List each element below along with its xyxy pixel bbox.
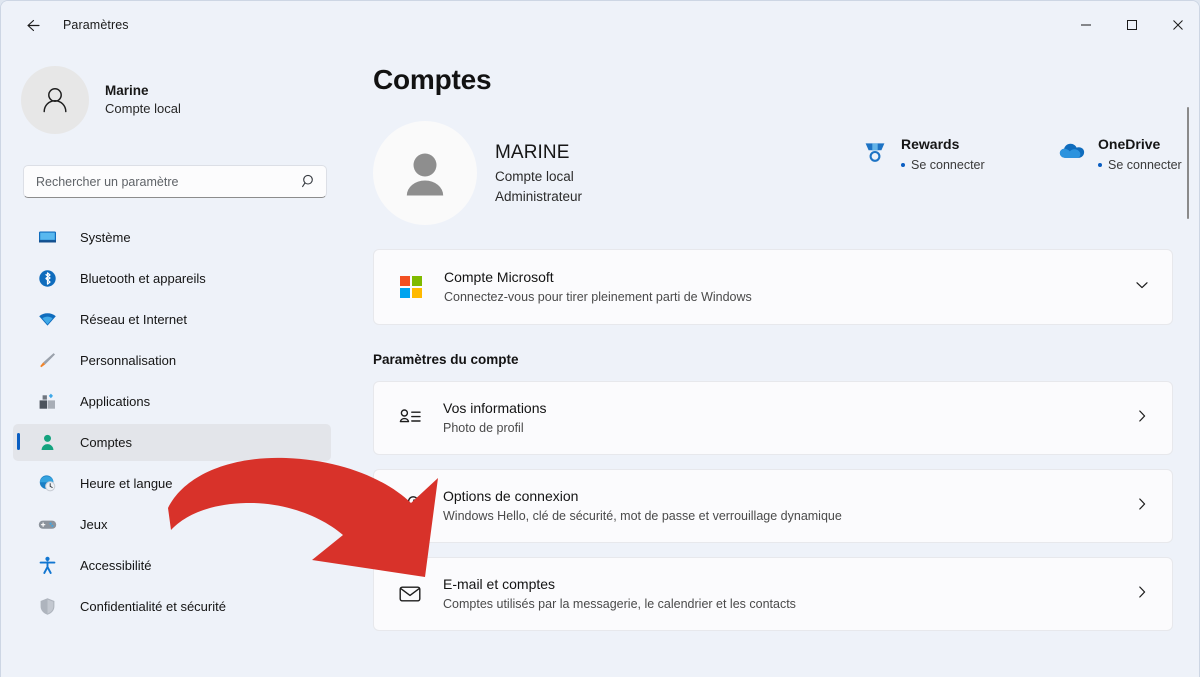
- key-icon: [397, 493, 423, 519]
- person-icon: [43, 88, 67, 113]
- window-controls: [1063, 1, 1199, 49]
- settings-row-email-et-comptes[interactable]: E-mail et comptes Comptes utilisés par l…: [373, 557, 1173, 631]
- accounts-person-icon: [37, 433, 57, 453]
- main-content: Comptes MARINE Compte local Administrate…: [341, 49, 1199, 677]
- paintbrush-icon: [37, 351, 57, 371]
- sidebar-profile-name: Marine: [105, 82, 149, 98]
- sidebar-item-label: Confidentialité et sécurité: [80, 599, 226, 614]
- hero-service-links: Rewards Se connecter OneDrive Se connect…: [861, 134, 1199, 175]
- onedrive-title: OneDrive: [1098, 136, 1161, 152]
- onedrive-link[interactable]: OneDrive Se connecter: [1058, 134, 1199, 175]
- accessibility-person-icon: [37, 556, 57, 576]
- chevron-down-icon[interactable]: [1134, 277, 1150, 298]
- minimize-icon: [1081, 24, 1091, 26]
- bullet-dot-icon: [901, 163, 905, 167]
- sidebar-item-applications[interactable]: Applications: [13, 383, 331, 420]
- sidebar-item-heure-langue[interactable]: Heure et langue: [13, 465, 331, 502]
- person-icon: [406, 153, 444, 196]
- bluetooth-icon: [37, 269, 57, 289]
- account-hero: MARINE Compte local Administrateur Rewar…: [373, 117, 1199, 229]
- search-container: [23, 165, 327, 198]
- onedrive-cloud-icon: [1058, 138, 1086, 166]
- page-title: Comptes: [373, 64, 492, 95]
- bullet-dot-icon: [1098, 163, 1103, 167]
- onedrive-signin-link[interactable]: Se connecter: [1098, 158, 1182, 172]
- sidebar-item-label: Réseau et Internet: [80, 312, 187, 327]
- maximize-button[interactable]: [1109, 1, 1155, 49]
- monitor-icon: [37, 228, 57, 248]
- sidebar-item-bluetooth[interactable]: Bluetooth et appareils: [13, 260, 331, 297]
- rewards-action-label: Se connecter: [911, 158, 985, 172]
- settings-row-options-de-connexion[interactable]: Options de connexion Windows Hello, clé …: [373, 469, 1173, 543]
- gamepad-icon: [37, 515, 57, 535]
- close-button[interactable]: [1155, 1, 1199, 49]
- settings-window: Paramètres Marine Compte local Recherche…: [0, 0, 1200, 677]
- close-icon: [1173, 20, 1183, 30]
- envelope-icon: [397, 581, 423, 607]
- sidebar-item-label: Personnalisation: [80, 353, 177, 368]
- sidebar-item-reseau[interactable]: Réseau et Internet: [13, 301, 331, 338]
- scrollbar-thumb[interactable]: [1187, 107, 1189, 219]
- microsoft-account-card[interactable]: Compte Microsoft Connectez-vous pour tir…: [373, 249, 1173, 325]
- rewards-medal-icon: [861, 138, 889, 166]
- row-title: E-mail et comptes: [443, 576, 556, 593]
- chevron-right-icon[interactable]: [1134, 408, 1150, 429]
- rewards-link[interactable]: Rewards Se connecter: [861, 134, 1001, 175]
- window-title: Paramètres: [63, 18, 129, 32]
- sidebar-item-label: Bluetooth et appareils: [80, 271, 206, 286]
- sidebar-item-comptes[interactable]: Comptes: [13, 424, 331, 461]
- row-subtitle: Windows Hello, clé de sécurité, mot de p…: [443, 509, 842, 524]
- rewards-signin-link[interactable]: Se connecter: [901, 158, 985, 172]
- settings-row-vos-informations[interactable]: Vos informations Photo de profil: [373, 381, 1173, 455]
- section-heading: Paramètres du compte: [373, 352, 519, 367]
- shield-icon: [37, 597, 57, 617]
- sidebar-item-label: Applications: [80, 394, 151, 409]
- title-bar: Paramètres: [1, 1, 1199, 49]
- maximize-icon: [1127, 20, 1137, 30]
- sidebar-item-personnalisation[interactable]: Personnalisation: [13, 342, 331, 379]
- microsoft-card-subtitle: Connectez-vous pour tirer pleinement par…: [444, 290, 752, 305]
- row-title: Vos informations: [443, 400, 547, 417]
- wifi-icon: [37, 310, 57, 330]
- sidebar-item-systeme[interactable]: Système: [13, 219, 331, 256]
- sidebar-item-label: Système: [80, 230, 131, 245]
- onedrive-action-label: Se connecter: [1108, 158, 1182, 172]
- scrollbar-track[interactable]: [1182, 49, 1194, 677]
- apps-icon: [37, 392, 57, 412]
- hero-avatar[interactable]: [373, 121, 477, 225]
- sidebar: Marine Compte local Système: [1, 49, 341, 677]
- sidebar-item-accessibilite[interactable]: Accessibilité: [13, 547, 331, 584]
- rewards-title: Rewards: [901, 136, 960, 152]
- row-title: Options de connexion: [443, 488, 579, 505]
- hero-account-role: Administrateur: [495, 189, 583, 205]
- clock-globe-icon: [37, 474, 57, 494]
- sidebar-nav: Système Bluetooth et appareils Réseau et…: [1, 219, 341, 625]
- sidebar-item-label: Jeux: [80, 517, 108, 532]
- hero-account-name: MARINE: [495, 141, 570, 163]
- user-info-icon: [397, 405, 423, 431]
- sidebar-profile[interactable]: Marine Compte local: [1, 49, 341, 134]
- sidebar-profile-subtitle: Compte local: [105, 101, 181, 117]
- avatar: [21, 66, 89, 134]
- sidebar-item-label: Heure et langue: [80, 476, 173, 491]
- chevron-right-icon[interactable]: [1134, 584, 1150, 605]
- back-button[interactable]: [15, 8, 49, 42]
- row-subtitle: Comptes utilisés par la messagerie, le c…: [443, 597, 796, 612]
- search-input[interactable]: [23, 165, 327, 198]
- chevron-right-icon[interactable]: [1134, 496, 1150, 517]
- sidebar-item-jeux[interactable]: Jeux: [13, 506, 331, 543]
- back-arrow-icon: [26, 19, 40, 31]
- sidebar-item-label: Accessibilité: [80, 558, 152, 573]
- hero-account-type: Compte local: [495, 169, 574, 185]
- microsoft-card-title: Compte Microsoft: [444, 268, 554, 285]
- row-subtitle: Photo de profil: [443, 421, 524, 436]
- sidebar-item-label: Comptes: [80, 435, 133, 450]
- microsoft-logo-icon: [400, 276, 422, 298]
- sidebar-item-confidentialite[interactable]: Confidentialité et sécurité: [13, 588, 331, 625]
- minimize-button[interactable]: [1063, 1, 1109, 49]
